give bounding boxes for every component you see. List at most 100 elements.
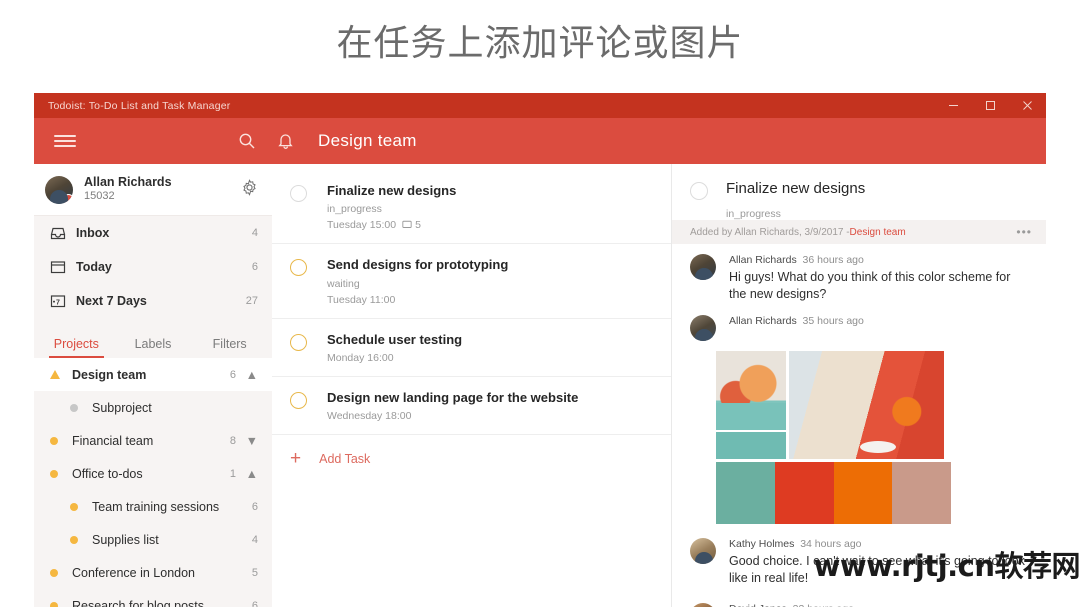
- task-due: Monday 16:00: [327, 351, 394, 364]
- comment-item: David Jones 33 hours ago Looks awesome F…: [672, 589, 1046, 607]
- project-label: Design team: [72, 367, 147, 382]
- sidebar-item-next-7-days[interactable]: 7 Next 7 Days 27: [34, 284, 272, 318]
- avatar: [690, 314, 716, 341]
- task-row[interactable]: Schedule user testing Monday 16:00: [272, 319, 671, 377]
- close-button[interactable]: [1009, 93, 1046, 118]
- ellipsis-icon[interactable]: •••: [1016, 225, 1032, 239]
- task-complete-checkbox[interactable]: [290, 391, 307, 409]
- maximize-button[interactable]: [972, 93, 1009, 118]
- sidebar: Allan Richards 15032 Inbox 4 Today 6 7 N…: [34, 164, 272, 607]
- sidebar-item-label: Inbox: [76, 226, 110, 240]
- task-label: in_progress: [327, 203, 382, 216]
- project-label: Conference in London: [72, 565, 196, 580]
- chevron-up-icon[interactable]: ▲: [236, 467, 258, 481]
- sidebar-item-count: 4: [251, 227, 258, 239]
- comment-text: Hi guys! What do you think of this color…: [729, 270, 1011, 301]
- window-title: Todoist: To-Do List and Task Manager: [48, 99, 231, 112]
- photo-interior-image: [789, 350, 944, 459]
- chevron-down-icon[interactable]: ▼: [236, 434, 258, 448]
- task-due: Tuesday 15:00: [327, 219, 397, 232]
- comment-author: David Jones: [729, 603, 787, 607]
- chevron-up-icon[interactable]: ▲: [236, 368, 258, 382]
- project-color-dot: [50, 568, 58, 577]
- task-meta: Tuesday 11:00: [327, 294, 508, 306]
- comment-meta: Allan Richards 35 hours ago: [729, 315, 1028, 327]
- project-item-team-training-sessions[interactable]: Team training sessions 6: [34, 490, 272, 523]
- user-karma: 15032: [84, 190, 115, 203]
- detail-title: Finalize new designs: [726, 180, 866, 197]
- comment-count: 5: [415, 219, 421, 232]
- added-project-link[interactable]: Design team: [850, 227, 906, 238]
- app-toolbar: Design team: [34, 118, 1046, 164]
- detail-complete-checkbox[interactable]: [690, 182, 708, 200]
- project-item-research-for-blog-posts[interactable]: Research for blog posts 6: [34, 589, 272, 607]
- task-complete-checkbox[interactable]: [290, 185, 307, 202]
- task-due: Wednesday 18:00: [327, 410, 412, 422]
- project-color-dot: [70, 535, 78, 544]
- add-task-button[interactable]: + Add Task: [272, 435, 671, 482]
- task-title: Send designs for prototyping: [327, 257, 509, 273]
- task-meta: Wednesday 18:00: [327, 410, 578, 422]
- tab-labels[interactable]: Labels: [115, 337, 192, 358]
- added-by-text: Added by Allan Richards, 3/9/2017 -: [690, 226, 850, 238]
- project-label: Research for blog posts: [72, 598, 205, 607]
- user-name: Allan Richards: [84, 174, 172, 189]
- project-item-design-team[interactable]: Design team 6 ▲: [34, 358, 272, 391]
- color-swatch-strip: [716, 461, 951, 524]
- comment-meta: David Jones 33 hours ago: [729, 603, 1028, 607]
- comment-item: Allan Richards 36 hours ago Hi guys! Wha…: [672, 244, 1046, 305]
- avatar: [690, 254, 716, 280]
- tab-projects[interactable]: Projects: [38, 337, 115, 358]
- task-content: Finalize new designs in_progress Tuesday…: [327, 183, 456, 231]
- task-detail-panel: Finalize new designs in_progress Added b…: [672, 164, 1046, 607]
- app-body: Allan Richards 15032 Inbox 4 Today 6 7 N…: [34, 164, 1046, 607]
- comment-body: Allan Richards 35 hours ago: [729, 315, 1028, 341]
- swatch-orange: [833, 461, 893, 524]
- comment-author: Kathy Holmes: [729, 537, 795, 550]
- comment-attachment-photos[interactable]: [716, 350, 944, 459]
- svg-text:7: 7: [56, 300, 60, 307]
- task-content: Design new landing page for the website …: [327, 390, 578, 422]
- comment-count-badge: 5: [402, 219, 421, 231]
- task-meta: Monday 16:00: [327, 352, 462, 364]
- page-title: 在任务上添加评论或图片: [336, 23, 744, 64]
- add-task-label: Add Task: [319, 451, 371, 466]
- comment-time: 33 hours ago: [793, 603, 854, 607]
- tab-filters[interactable]: Filters: [191, 337, 268, 358]
- minimize-button[interactable]: [935, 93, 972, 118]
- task-due: Tuesday 11:00: [327, 293, 396, 306]
- project-item-conference-in-london[interactable]: Conference in London 5: [34, 556, 272, 589]
- project-color-dot: [50, 436, 58, 445]
- project-label: Financial team: [72, 433, 154, 448]
- sidebar-tabs: Projects Labels Filters: [34, 322, 272, 358]
- project-item-subproject[interactable]: Subproject: [34, 391, 272, 424]
- project-label: Supplies list: [92, 532, 159, 547]
- project-count: 6: [251, 599, 258, 607]
- sidebar-item-count: 27: [245, 295, 258, 307]
- sidebar-item-today[interactable]: Today 6: [34, 250, 272, 284]
- sidebar-item-label: Next 7 Days: [76, 294, 147, 308]
- hamburger-icon[interactable]: [42, 118, 88, 164]
- project-item-supplies-list[interactable]: Supplies list 4: [34, 523, 272, 556]
- project-item-financial-team[interactable]: Financial team 8 ▼: [34, 424, 272, 457]
- calendar-7-icon: 7: [50, 293, 76, 309]
- inbox-icon: [50, 225, 76, 241]
- site-watermark: www.rjtj.cn软荐网: [813, 549, 1080, 583]
- user-row[interactable]: Allan Richards 15032: [34, 164, 272, 216]
- project-item-office-to-dos[interactable]: Office to-dos 1 ▲: [34, 457, 272, 490]
- comment-author: Allan Richards: [729, 254, 797, 266]
- task-complete-checkbox[interactable]: [290, 259, 307, 277]
- app-window: Todoist: To-Do List and Task Manager Des…: [34, 93, 1046, 607]
- sidebar-item-inbox[interactable]: Inbox 4: [34, 216, 272, 250]
- swatch-teal: [716, 461, 775, 524]
- task-row[interactable]: Send designs for prototyping waiting Tue…: [272, 244, 671, 319]
- bell-icon[interactable]: [262, 118, 308, 164]
- task-row[interactable]: Design new landing page for the website …: [272, 377, 671, 435]
- avatar: [690, 602, 716, 607]
- detail-label: in_progress: [726, 208, 781, 220]
- task-row[interactable]: Finalize new designs in_progress Tuesday…: [272, 170, 671, 245]
- calendar-icon: [50, 259, 76, 275]
- gear-icon[interactable]: [241, 178, 258, 201]
- task-complete-checkbox[interactable]: [290, 333, 307, 351]
- project-count: 6: [251, 500, 258, 513]
